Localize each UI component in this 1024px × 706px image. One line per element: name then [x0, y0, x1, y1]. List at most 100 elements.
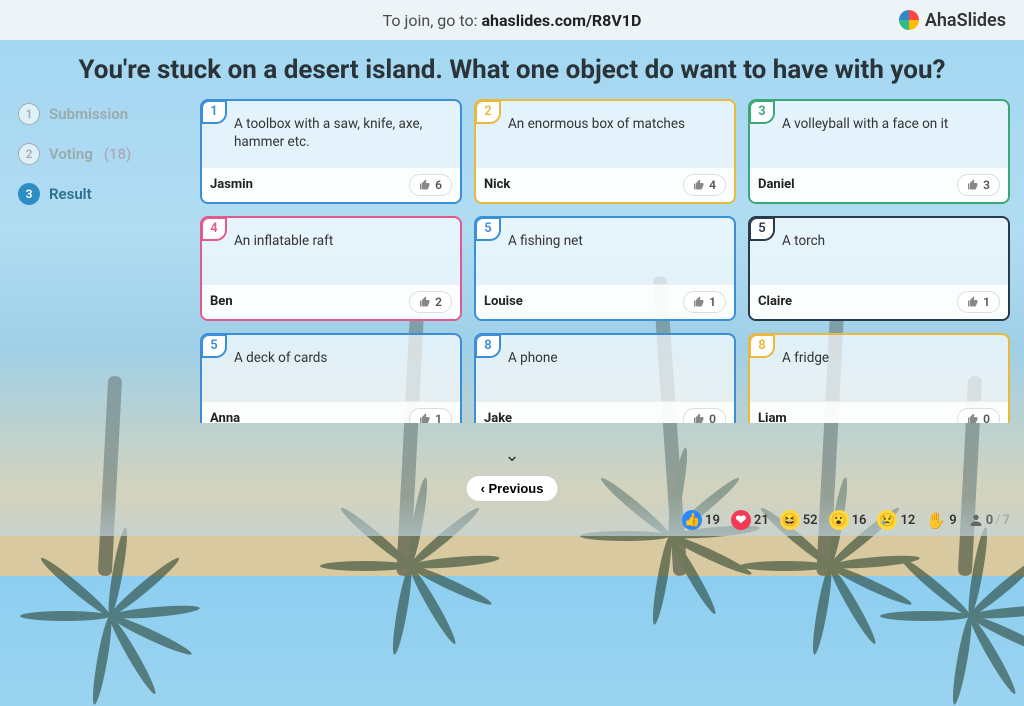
answer-card[interactable]: 3 A volleyball with a face on itDaniel 3	[748, 99, 1010, 204]
thumb-icon	[693, 179, 705, 191]
author-name: Daniel	[758, 177, 795, 192]
step-count: (18)	[104, 145, 132, 163]
wow-icon: 😮	[829, 510, 849, 530]
step-number-icon: 3	[18, 183, 40, 205]
like-count-pill[interactable]: 6	[409, 174, 452, 196]
answer-card[interactable]: 2An enormous box of matches Nick 4	[474, 99, 736, 204]
step-number-icon: 1	[18, 103, 40, 125]
step-number-icon: 2	[18, 143, 40, 165]
rank-badge: 8	[749, 334, 775, 358]
thumb-icon	[967, 296, 979, 308]
brand: AhaSlides	[899, 0, 1006, 40]
step-label: Result	[49, 185, 92, 203]
answer-card[interactable]: 5A fishing net Louise 1	[474, 216, 736, 321]
step-label: Submission	[49, 105, 128, 123]
card-footer: Claire 1	[750, 284, 1008, 319]
rank-badge: 5	[475, 217, 501, 241]
heart-icon: ❤	[731, 510, 751, 530]
answer-text: A volleyball with a face on it	[750, 101, 1008, 167]
author-name: Jake	[484, 411, 512, 423]
answer-text: A deck of cards	[202, 335, 460, 401]
expand-chevron-icon[interactable]: ⌄	[504, 445, 519, 466]
like-count-pill[interactable]: 4	[683, 174, 726, 196]
rank-badge: 5	[749, 217, 775, 241]
card-footer: Jasmin 6	[202, 167, 460, 202]
card-footer: Ben 2	[202, 284, 460, 319]
steps-sidebar: 1 Submission 2 Voting (18) 3 Result	[18, 99, 188, 423]
step-voting[interactable]: 2 Voting (18)	[18, 143, 188, 165]
like-icon: 👍	[682, 510, 702, 530]
reaction-sad[interactable]: 😢12	[877, 510, 915, 530]
step-result[interactable]: 3 Result	[18, 183, 188, 205]
hand-icon: ✋	[926, 511, 946, 530]
rank-badge: 1	[201, 100, 227, 124]
card-footer: Nick 4	[476, 167, 734, 202]
like-count-pill[interactable]: 0	[683, 408, 726, 423]
like-count: 0	[983, 412, 990, 423]
like-count-pill[interactable]: 1	[957, 291, 1000, 313]
answer-card[interactable]: 5A deck of cards Anna 1	[200, 333, 462, 423]
like-count-pill[interactable]: 0	[957, 408, 1000, 423]
participants-count: 0/7	[968, 512, 1010, 528]
card-footer: Anna 1	[202, 401, 460, 423]
like-count-pill[interactable]: 3	[957, 174, 1000, 196]
rank-badge: 2	[475, 100, 501, 124]
card-footer: Daniel 3	[750, 167, 1008, 202]
author-name: Ben	[210, 294, 233, 309]
step-label: Voting	[49, 145, 93, 163]
reaction-hand[interactable]: ✋9	[926, 511, 956, 530]
like-count-pill[interactable]: 1	[683, 291, 726, 313]
answer-card[interactable]: 8A fridge Liam 0	[748, 333, 1010, 423]
reaction-haha[interactable]: 😆52	[780, 510, 818, 530]
like-count: 4	[709, 178, 716, 192]
like-count: 0	[709, 412, 716, 423]
answer-cards-grid: 1A toolbox with a saw, knife, axe, hamme…	[200, 99, 1010, 423]
top-bar: To join, go to: ahaslides.com/R8V1D AhaS…	[0, 0, 1024, 40]
thumb-icon	[419, 179, 431, 191]
like-count: 6	[435, 178, 442, 192]
thumb-icon	[693, 296, 705, 308]
like-count: 1	[983, 295, 990, 309]
person-icon	[968, 512, 984, 528]
answer-text: A torch	[750, 218, 1008, 284]
rank-badge: 4	[201, 217, 227, 241]
answer-text: A phone	[476, 335, 734, 401]
brand-name: AhaSlides	[925, 10, 1006, 31]
answer-card[interactable]: 5A torch Claire 1	[748, 216, 1010, 321]
reaction-wow[interactable]: 😮16	[829, 510, 867, 530]
answer-card[interactable]: 4An inflatable raft Ben 2	[200, 216, 462, 321]
like-count-pill[interactable]: 2	[409, 291, 452, 313]
haha-icon: 😆	[780, 510, 800, 530]
like-count: 1	[435, 412, 442, 423]
author-name: Nick	[484, 177, 510, 192]
reactions-bar: 👍19 ❤21 😆52 😮16 😢12 ✋9 0/7	[682, 510, 1010, 530]
previous-button[interactable]: ‹ Previous	[466, 475, 559, 502]
card-footer: Liam 0	[750, 401, 1008, 423]
join-text: To join, go to: ahaslides.com/R8V1D	[383, 11, 642, 30]
answer-text: A fishing net	[476, 218, 734, 284]
reaction-love[interactable]: ❤21	[731, 510, 769, 530]
answer-text: A fridge	[750, 335, 1008, 401]
brand-logo-icon	[899, 10, 919, 30]
author-name: Louise	[484, 294, 523, 309]
answer-card[interactable]: 8A phoneJake0	[474, 333, 736, 423]
answer-card[interactable]: 1A toolbox with a saw, knife, axe, hamme…	[200, 99, 462, 204]
reaction-like[interactable]: 👍19	[682, 510, 720, 530]
thumb-icon	[967, 413, 979, 423]
rank-badge: 5	[201, 334, 227, 358]
answer-text: A toolbox with a saw, knife, axe, hammer…	[202, 101, 460, 167]
step-submission[interactable]: 1 Submission	[18, 103, 188, 125]
card-footer: Jake 0	[476, 401, 734, 423]
author-name: Anna	[210, 411, 240, 423]
author-name: Liam	[758, 411, 787, 423]
thumb-icon	[693, 413, 705, 423]
sad-icon: 😢	[877, 510, 897, 530]
author-name: Jasmin	[210, 177, 253, 192]
thumb-icon	[419, 296, 431, 308]
like-count-pill[interactable]: 1	[409, 408, 452, 423]
like-count: 2	[435, 295, 442, 309]
answer-text: An inflatable raft	[202, 218, 460, 284]
like-count: 1	[709, 295, 716, 309]
answer-text: An enormous box of matches	[476, 101, 734, 167]
author-name: Claire	[758, 294, 792, 309]
